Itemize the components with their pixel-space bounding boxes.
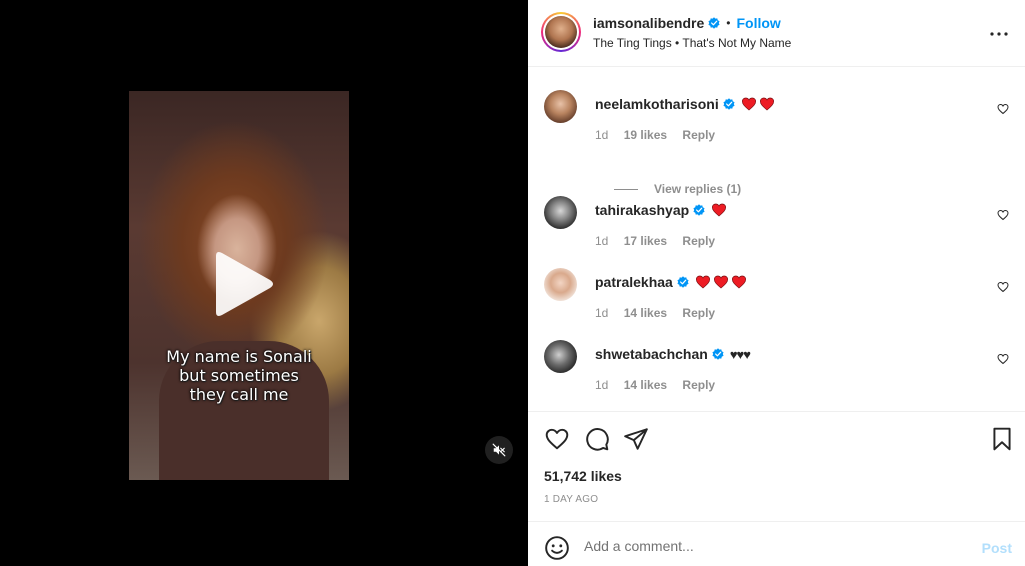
comment-text	[695, 274, 747, 290]
add-comment-bar: Post	[528, 521, 1025, 566]
comment-like-heart-icon[interactable]	[997, 103, 1009, 115]
play-icon[interactable]	[210, 250, 276, 318]
view-replies-button[interactable]: View replies (1)	[614, 182, 741, 196]
commenter-avatar[interactable]	[544, 196, 577, 229]
comment-likes[interactable]: 17 likes	[624, 234, 667, 248]
comment-time: 1d	[595, 378, 609, 392]
more-options-icon[interactable]	[987, 22, 1011, 46]
red-heart-emoji-icon	[713, 275, 728, 289]
commenter-username[interactable]: neelamkotharisoni	[595, 96, 719, 112]
bookmark-icon[interactable]	[989, 426, 1015, 452]
share-icon[interactable]	[623, 426, 649, 452]
comment-time: 1d	[595, 234, 609, 248]
commenter-username[interactable]: patralekhaa	[595, 274, 673, 290]
commenter-avatar[interactable]	[544, 90, 577, 123]
comment-likes[interactable]: 14 likes	[624, 378, 667, 392]
emoji-icon[interactable]	[544, 535, 570, 561]
reply-button[interactable]: Reply	[682, 306, 715, 320]
comment-like-heart-icon[interactable]	[997, 353, 1009, 365]
reply-button[interactable]: Reply	[682, 234, 715, 248]
commenter-username[interactable]: shwetabachchan	[595, 346, 708, 362]
audio-muted-icon[interactable]	[485, 436, 513, 464]
media-area: My name is Sonali but sometimes they cal…	[0, 0, 528, 566]
comment-like-heart-icon[interactable]	[997, 209, 1009, 221]
audio-track-link[interactable]: The Ting Tings • That's Not My Name	[593, 36, 791, 50]
red-heart-emoji-icon	[741, 97, 756, 111]
commenter-username[interactable]: tahirakashyap	[595, 202, 689, 218]
author-avatar[interactable]	[541, 12, 581, 52]
reply-button[interactable]: Reply	[682, 128, 715, 142]
video-caption: My name is Sonali but sometimes they cal…	[129, 347, 349, 404]
comment-text	[711, 202, 727, 218]
post-header: iamsonalibendre • Follow The Ting Tings …	[528, 0, 1025, 67]
red-heart-emoji-icon	[695, 275, 710, 289]
commenter-avatar[interactable]	[544, 340, 577, 373]
comment-likes[interactable]: 14 likes	[624, 306, 667, 320]
follow-button[interactable]: Follow	[736, 15, 780, 31]
post-side-panel: iamsonalibendre • Follow The Ting Tings …	[528, 0, 1025, 566]
comment-likes[interactable]: 19 likes	[624, 128, 667, 142]
comment-text	[741, 96, 775, 112]
commenter-avatar[interactable]	[544, 268, 577, 301]
red-heart-emoji-icon	[731, 275, 746, 289]
post-comment-button[interactable]: Post	[982, 540, 1012, 556]
comments-list[interactable]: neelamkotharisoni 1d 19 likes Reply View…	[528, 67, 1025, 411]
heart-icon[interactable]	[544, 426, 570, 452]
comment-icon[interactable]	[584, 426, 610, 452]
comment-text: ♥♥♥	[729, 346, 751, 362]
author-username[interactable]: iamsonalibendre	[593, 15, 704, 31]
red-heart-emoji-icon	[759, 97, 774, 111]
comment-like-heart-icon[interactable]	[997, 281, 1009, 293]
reply-button[interactable]: Reply	[682, 378, 715, 392]
likes-count[interactable]: 51,742 likes	[544, 468, 622, 484]
view-replies-label: View replies (1)	[654, 182, 742, 196]
post-timestamp[interactable]: 1 DAY AGO	[544, 494, 598, 505]
header-separator: •	[726, 16, 731, 30]
comment-time: 1d	[595, 306, 609, 320]
caption-line-2: but sometimes	[179, 366, 299, 385]
red-heart-emoji-icon	[712, 203, 727, 217]
replies-divider	[614, 188, 638, 190]
verified-badge-icon	[708, 17, 720, 29]
caption-line-1: My name is Sonali	[166, 347, 312, 366]
post-actions: 51,742 likes 1 DAY AGO	[528, 411, 1025, 521]
comment-time: 1d	[595, 128, 609, 142]
verified-badge-icon	[693, 204, 705, 216]
verified-badge-icon	[712, 348, 724, 360]
verified-badge-icon	[677, 276, 689, 288]
verified-badge-icon	[723, 98, 735, 110]
caption-line-3: they call me	[189, 385, 289, 404]
comment-input[interactable]	[584, 534, 944, 558]
